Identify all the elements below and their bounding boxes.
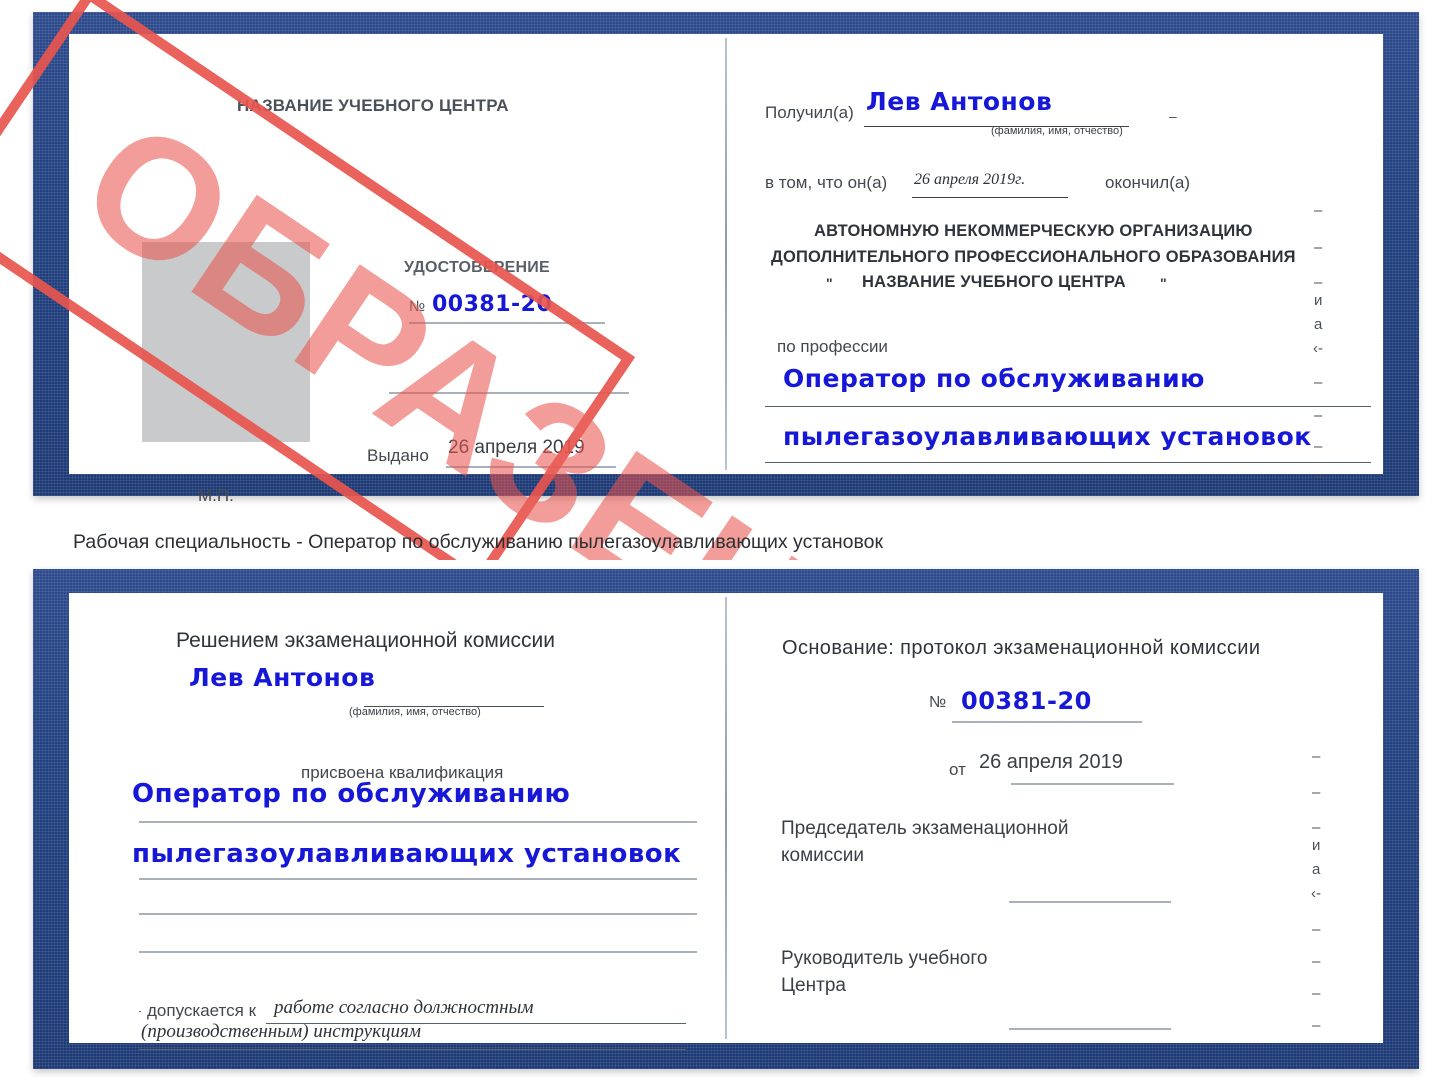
qual-rule-2 <box>139 878 697 880</box>
org-quote-close: " <box>1160 275 1167 291</box>
photo-placeholder <box>142 242 310 442</box>
issued-rule <box>446 466 616 468</box>
certificate-sample-page: НАЗВАНИЕ УЧЕБНОГО ЦЕНТРА УДОСТОВЕРЕНИЕ №… <box>0 0 1448 1085</box>
edge-mark-5: а <box>1314 316 1323 333</box>
issued-value: 26 апреля 2019 <box>448 437 585 458</box>
book-spine-top <box>725 38 727 470</box>
edge-dash-top: – <box>1169 108 1177 124</box>
allowed-rule-2 <box>139 1049 686 1050</box>
edge-mark-3: – <box>1314 274 1323 291</box>
edge-mark-4: и <box>1314 292 1323 309</box>
certificate-book-bottom: Решением экзаменационной комиссии Лев Ан… <box>33 569 1419 1069</box>
allowed-tick <box>139 1011 141 1012</box>
certificate2-right-page <box>726 593 1383 1043</box>
org-line2: ДОПОЛНИТЕЛЬНОГО ПРОФЕССИОНАЛЬНОГО ОБРАЗО… <box>771 248 1296 266</box>
edge-mark-2: – <box>1314 239 1323 256</box>
qualification-line2: пылегазоулавливающих установок <box>132 839 682 869</box>
commission-name: Лев Антонов <box>189 663 376 692</box>
received-label: Получил(а) <box>765 103 854 122</box>
org-title-front: НАЗВАНИЕ УЧЕБНОГО ЦЕНТРА <box>237 96 509 115</box>
profession-line1: Оператор по обслуживанию <box>783 364 1205 393</box>
edge-mark-8: – <box>1314 407 1323 424</box>
certificate-bottom-pages: Решением экзаменационной комиссии Лев Ан… <box>69 593 1383 1050</box>
profession-rule-1 <box>765 406 1371 407</box>
profession-line2: пылегазоулавливающих установок <box>783 422 1312 451</box>
allowed-value2: (производственным) инструкциям <box>141 1021 421 1042</box>
edge-mark-10: – <box>1314 468 1323 485</box>
certificate-book-top: НАЗВАНИЕ УЧЕБНОГО ЦЕНТРА УДОСТОВЕРЕНИЕ №… <box>33 12 1419 505</box>
qual-rule-3 <box>139 913 697 915</box>
completion-date: 26 апреля 2019г. <box>914 171 1026 188</box>
page-caption: Рабочая специальность - Оператор по обсл… <box>73 531 884 553</box>
number-symbol-front: № <box>409 298 426 315</box>
qualification-line1: Оператор по обслуживанию <box>132 779 571 809</box>
org-line3: НАЗВАНИЕ УЧЕБНОГО ЦЕНТРА <box>862 273 1126 291</box>
certificate2-left-page <box>69 593 726 1043</box>
edge-mark-1: – <box>1314 202 1323 219</box>
seal-label: М.П. <box>198 486 234 505</box>
qual-rule-4 <box>139 951 697 953</box>
certificate-top-pages: НАЗВАНИЕ УЧЕБНОГО ЦЕНТРА УДОСТОВЕРЕНИЕ №… <box>69 34 1383 505</box>
completion-date-rule <box>912 197 1068 198</box>
doc-type-label: УДОСТОВЕРЕНИЕ <box>404 259 550 276</box>
profession-rule-2 <box>765 462 1371 463</box>
commission-title: Решением экзаменационной комиссии <box>176 629 556 652</box>
finished-label: окончил(а) <box>1105 173 1190 192</box>
in-that-label: в том, что он(а) <box>765 173 888 192</box>
book-spine-bottom <box>725 597 727 1039</box>
profession-label: по профессии <box>777 337 888 356</box>
issued-label: Выдано <box>367 446 429 465</box>
edge-mark-9: – <box>1314 438 1323 455</box>
number-value-front: 00381-20 <box>432 292 553 317</box>
received-value: Лев Антонов <box>866 87 1053 116</box>
edge-mark-7: – <box>1314 374 1323 391</box>
org-line1: АВТОНОМНУЮ НЕКОММЕРЧЕСКУЮ ОРГАНИЗАЦИЮ <box>814 222 1253 240</box>
fio-hint-bottom: (фамилия, имя, отчество) <box>349 706 481 718</box>
fio-hint-front: (фамилия, имя, отчество) <box>991 125 1123 137</box>
qual-rule-1 <box>139 821 697 823</box>
allowed-label: допускается к <box>147 1001 257 1020</box>
blank-rule-front <box>389 392 629 394</box>
org-quote-open: " <box>826 275 833 291</box>
allowed-value1: работе согласно должностным <box>274 997 534 1018</box>
edge-mark-6: ‹- <box>1313 340 1323 357</box>
number-rule-front <box>409 322 605 324</box>
